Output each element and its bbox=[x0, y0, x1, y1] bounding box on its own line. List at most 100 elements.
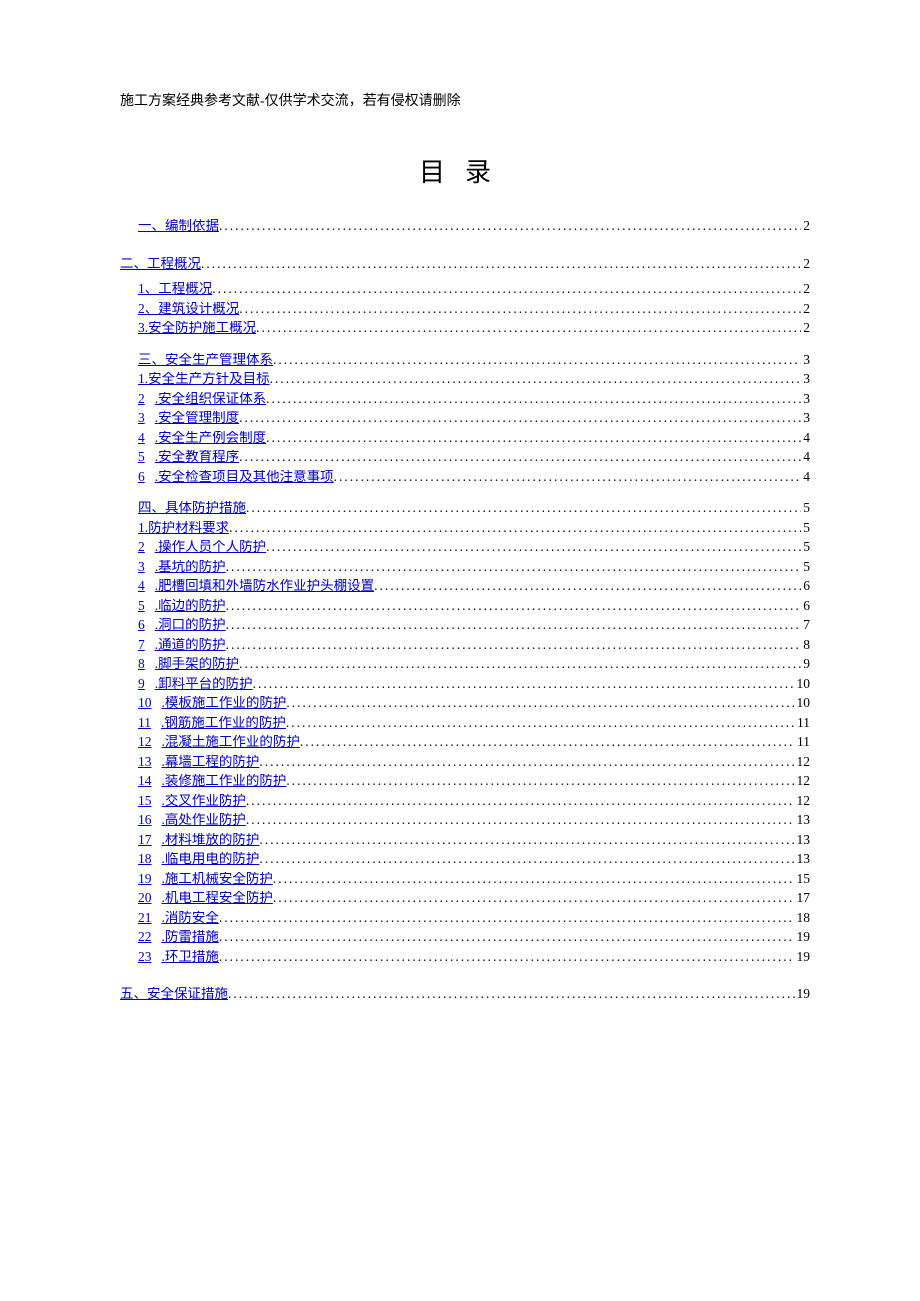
toc-entry-number[interactable]: 15 bbox=[138, 794, 152, 808]
toc-entry-link[interactable]: .肥槽回填和外墙防水作业护头棚设置 bbox=[155, 579, 374, 593]
toc-page-number: 3 bbox=[801, 372, 810, 386]
toc-entry-number[interactable]: 20 bbox=[138, 891, 152, 905]
toc-entry-link[interactable]: .通道的防护 bbox=[155, 638, 226, 652]
toc-entry-number[interactable]: 18 bbox=[138, 852, 152, 866]
toc-page-number: 2 bbox=[801, 257, 810, 271]
toc-leader-dots bbox=[286, 696, 794, 710]
toc-entry-link[interactable]: .模板施工作业的防护 bbox=[162, 696, 287, 710]
toc-entry: 23 .环卫措施 19 bbox=[120, 950, 810, 964]
toc-entry-link[interactable]: .安全生产例会制度 bbox=[155, 431, 266, 445]
toc-entry-link[interactable]: .机电工程安全防护 bbox=[162, 891, 273, 905]
toc-page-number: 12 bbox=[795, 755, 811, 769]
toc-entry-number[interactable]: 5 bbox=[138, 450, 145, 464]
toc-entry-link[interactable]: .安全管理制度 bbox=[155, 411, 239, 425]
toc-entry-number[interactable]: 6 bbox=[138, 618, 145, 632]
toc-entry-link[interactable]: 三、安全生产管理体系 bbox=[138, 353, 273, 367]
toc-leader-dots bbox=[286, 716, 795, 730]
toc-entry: 2、建筑设计概况2 bbox=[120, 302, 810, 316]
toc-entry-number[interactable]: 6 bbox=[138, 470, 145, 484]
toc-leader-dots bbox=[226, 560, 802, 574]
toc-entry-link[interactable]: .操作人员个人防护 bbox=[155, 540, 266, 554]
toc-entry-link[interactable]: 一、编制依据 bbox=[138, 219, 219, 233]
document-page: 施工方案经典参考文献-仅供学术交流，若有侵权请删除 目录 一、编制依据2二、工程… bbox=[0, 0, 920, 1067]
toc-entry: 五、安全保证措施19 bbox=[120, 987, 810, 1001]
toc-entry-link[interactable]: .高处作业防护 bbox=[162, 813, 246, 827]
toc-leader-dots bbox=[286, 774, 794, 788]
toc-entry-number[interactable]: 22 bbox=[138, 930, 152, 944]
toc-entry-number[interactable]: 8 bbox=[138, 657, 145, 671]
toc-page-number: 10 bbox=[795, 677, 811, 691]
toc-entry-link[interactable]: 3.安全防护施工概况 bbox=[138, 321, 256, 335]
toc-entry-link[interactable]: .交叉作业防护 bbox=[162, 794, 246, 808]
toc-leader-dots bbox=[226, 618, 802, 632]
toc-page-number: 10 bbox=[795, 696, 811, 710]
toc-entry-link[interactable]: .临电用电的防护 bbox=[162, 852, 260, 866]
toc-entry: 7.通道的防护8 bbox=[120, 638, 810, 652]
toc-entry-link[interactable]: 四、具体防护措施 bbox=[138, 501, 246, 515]
toc-entry-number[interactable]: 14 bbox=[138, 774, 152, 788]
toc-entry-number[interactable]: 21 bbox=[138, 911, 152, 925]
toc-entry-link[interactable]: .幕墙工程的防护 bbox=[162, 755, 260, 769]
toc-entry: 1.防护材料要求5 bbox=[120, 521, 810, 535]
toc-entry-link[interactable]: 二、工程概况 bbox=[120, 257, 201, 271]
toc-leader-dots bbox=[219, 930, 795, 944]
toc-entry-number[interactable]: 5 bbox=[138, 599, 145, 613]
toc-entry-link[interactable]: .安全教育程序 bbox=[155, 450, 239, 464]
toc-entry-link[interactable]: .脚手架的防护 bbox=[155, 657, 239, 671]
toc-entry-link[interactable]: .施工机械安全防护 bbox=[162, 872, 273, 886]
toc-page-number: 19 bbox=[795, 950, 811, 964]
toc-entry-link[interactable]: .钢筋施工作业的防护 bbox=[161, 716, 286, 730]
toc-entry-number[interactable]: 13 bbox=[138, 755, 152, 769]
toc-entry-number[interactable]: 16 bbox=[138, 813, 152, 827]
toc-entry-number[interactable]: 2 bbox=[138, 540, 145, 554]
toc-entry-number[interactable]: 10 bbox=[138, 696, 152, 710]
toc-page-number: 2 bbox=[801, 219, 810, 233]
toc-entry-link[interactable]: 2、建筑设计概况 bbox=[138, 302, 239, 316]
toc-entry: 20.机电工程安全防护17 bbox=[120, 891, 810, 905]
toc-page-number: 5 bbox=[801, 540, 810, 554]
toc-entry-link[interactable]: .安全检查项目及其他注意事项 bbox=[155, 470, 334, 484]
toc-entry-number[interactable]: 17 bbox=[138, 833, 152, 847]
toc-entry: 6.安全检查项目及其他注意事项4 bbox=[120, 470, 810, 484]
toc-entry-number[interactable]: 19 bbox=[138, 872, 152, 886]
toc-entry-number[interactable]: 12 bbox=[138, 735, 152, 749]
toc-entry-number[interactable]: 7 bbox=[138, 638, 145, 652]
toc-entry-link[interactable]: .材料堆放的防护 bbox=[162, 833, 260, 847]
toc-entry-link[interactable]: .安全组织保证体系 bbox=[155, 392, 266, 406]
toc-page-number: 5 bbox=[801, 501, 810, 515]
toc-entry-link[interactable]: .卸料平台的防护 bbox=[155, 677, 253, 691]
toc-entry: 22.防雷措施19 bbox=[120, 930, 810, 944]
toc-entry-number[interactable]: 3 bbox=[138, 560, 145, 574]
toc-leader-dots bbox=[253, 677, 795, 691]
toc-entry: 一、编制依据 2 bbox=[120, 219, 810, 233]
toc-page-number: 5 bbox=[801, 560, 810, 574]
toc-leader-dots bbox=[226, 599, 802, 613]
toc-entry-number[interactable]: 2 bbox=[138, 392, 145, 406]
toc-entry-number[interactable]: 23 bbox=[138, 950, 152, 964]
toc-entry-link[interactable]: .消防安全 bbox=[162, 911, 219, 925]
toc-entry-number[interactable]: 3 bbox=[138, 411, 145, 425]
toc-entry-link[interactable]: 1、工程概况 bbox=[138, 282, 212, 296]
toc-title: 目录 bbox=[120, 152, 810, 189]
toc-entry-link[interactable]: .装修施工作业的防护 bbox=[162, 774, 287, 788]
toc-leader-dots bbox=[219, 950, 795, 964]
toc-entry-link[interactable]: .洞口的防护 bbox=[155, 618, 226, 632]
toc-entry-number[interactable]: 4 bbox=[138, 579, 145, 593]
toc-entry-link[interactable]: .环卫措施 bbox=[162, 950, 219, 964]
toc-entry-number[interactable]: 9 bbox=[138, 677, 145, 691]
toc-entry-link[interactable]: 1.防护材料要求 bbox=[138, 521, 229, 535]
toc-page-number: 2 bbox=[801, 282, 810, 296]
toc-leader-dots bbox=[259, 852, 794, 866]
toc-entry-link[interactable]: .混凝土施工作业的防护 bbox=[162, 735, 300, 749]
toc-leader-dots bbox=[201, 257, 801, 271]
toc-entry: 3 .基坑的防护 5 bbox=[120, 560, 810, 574]
toc-entry-link[interactable]: .基坑的防护 bbox=[155, 560, 226, 574]
toc-entry: 4.安全生产例会制度4 bbox=[120, 431, 810, 445]
toc-entry-link[interactable]: .临边的防护 bbox=[155, 599, 226, 613]
toc-page-number: 2 bbox=[801, 321, 810, 335]
toc-entry-number[interactable]: 4 bbox=[138, 431, 145, 445]
toc-entry-number[interactable]: 11 bbox=[138, 716, 151, 730]
toc-entry-link[interactable]: 五、安全保证措施 bbox=[120, 987, 228, 1001]
toc-entry-link[interactable]: 1.安全生产方针及目标 bbox=[138, 372, 270, 386]
toc-entry-link[interactable]: .防雷措施 bbox=[162, 930, 219, 944]
